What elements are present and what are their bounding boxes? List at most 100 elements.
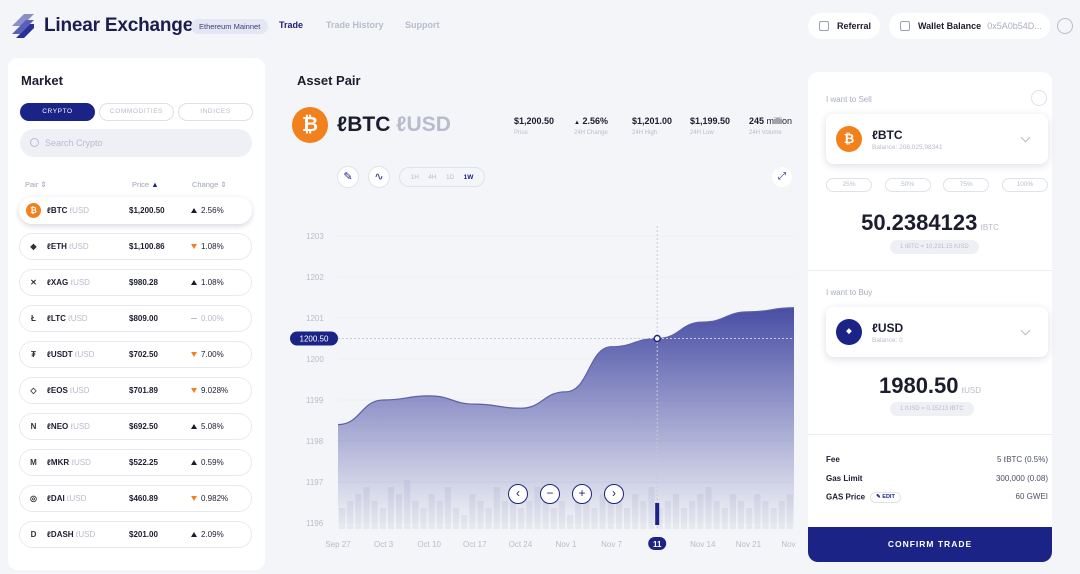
- sell-token-select[interactable]: ₿ ℓBTC Balance: 208,025.98341: [826, 114, 1048, 164]
- divider: [808, 270, 1052, 271]
- market-row[interactable]: MℓMKR ℓUSD $522.25 0.59%: [19, 449, 252, 476]
- market-row[interactable]: ◆ ℓETH ℓUSD $1,100.86 1.08%: [19, 233, 252, 260]
- chevron-down-icon: [1020, 325, 1031, 336]
- tab-crypto[interactable]: CRYPTO: [20, 103, 95, 121]
- wallet-icon: [900, 21, 910, 31]
- column-pair[interactable]: Pair ⇕: [25, 180, 47, 189]
- pair-symbol: ℓDAI ℓUSD: [47, 494, 87, 503]
- pair-change: 0.59%: [191, 458, 224, 467]
- bitcoin-icon: ₿: [836, 126, 862, 152]
- pair-name: ℓBTC ℓUSD: [337, 113, 451, 136]
- search-placeholder: Search Crypto: [45, 138, 103, 148]
- y-tick-label: 1200: [306, 355, 324, 364]
- y-tick-label: 1202: [306, 273, 324, 282]
- ethereum-icon: ◆: [30, 242, 37, 251]
- confirm-trade-button[interactable]: CONFIRM TRADE: [808, 527, 1052, 562]
- bitcoin-icon: ₿: [26, 203, 41, 218]
- fee-row: Fee 5 ℓBTC (0.5%): [826, 455, 1048, 464]
- chevron-down-icon: [1020, 132, 1031, 143]
- percent-50-button[interactable]: 50%: [884, 178, 931, 192]
- percent-100-button[interactable]: 100%: [1001, 178, 1048, 192]
- market-row[interactable]: ₿ ℓBTC ℓUSD $1,200.50 2.56%: [19, 197, 252, 224]
- market-row[interactable]: NℓNEO ℓUSD $692.50 5.08%: [19, 413, 252, 440]
- market-row[interactable]: ✕ ℓXAG ℓUSD $980.28 1.08%: [19, 269, 252, 296]
- percent-75-button[interactable]: 75%: [943, 178, 990, 192]
- zoom-in-icon[interactable]: +: [572, 484, 592, 504]
- market-row[interactable]: ◇ ℓEOS ℓUSD $701.89 9.028%: [19, 377, 252, 404]
- x-tick-label: Oct 10: [417, 540, 441, 549]
- crosshair-point: [653, 334, 661, 343]
- gas-price-row: GAS Price ✎ EDIT 60 GWEI: [826, 492, 1048, 503]
- percent-25-button[interactable]: 25%: [826, 178, 872, 192]
- pair-price: $201.00: [129, 530, 158, 539]
- market-row[interactable]: ŁℓLTC ℓUSD $809.00 0.00%: [19, 305, 252, 332]
- pair-price: $692.50: [129, 422, 158, 431]
- pair-price: $1,200.50: [129, 206, 165, 215]
- market-row[interactable]: DℓDASH ℓUSD $201.00 2.09%: [19, 521, 252, 548]
- wallet-balance-button[interactable]: Wallet Balance 0x5A0b54D...: [889, 13, 1050, 39]
- column-price[interactable]: Price ▲: [132, 180, 159, 189]
- asset-pair-panel: Asset Pair ₿ ℓBTC ℓUSD $1,200.50 Price ▲ …: [276, 58, 796, 570]
- buy-amount[interactable]: 1980.50 ℓUSD: [808, 373, 1052, 399]
- pair-price: $809.00: [129, 314, 158, 323]
- pair-price: $1,100.86: [129, 242, 165, 251]
- market-list: ₿ ℓBTC ℓUSD $1,200.50 2.56% ◆ ℓETH ℓUSD $1,100…: [19, 197, 252, 557]
- swap-icon[interactable]: [1031, 90, 1047, 106]
- buy-token-select[interactable]: ◆ ℓUSD Balance: 0: [826, 307, 1048, 357]
- sell-token-name: ℓBTC: [872, 128, 903, 142]
- tab-commodities[interactable]: COMMODITIES: [99, 103, 174, 121]
- pair-symbol: ℓBTC ℓUSD: [47, 206, 90, 215]
- pair-symbol: ℓNEO ℓUSD: [47, 422, 90, 431]
- y-tick-label: 1197: [306, 478, 324, 487]
- sell-label: I want to Sell: [826, 95, 872, 104]
- sell-rate: 1 ℓBTC = 10,231.15 ℓUSD: [890, 240, 979, 254]
- selected-volume-bar: [655, 503, 660, 525]
- column-change[interactable]: Change ⇕: [192, 180, 227, 189]
- search-input[interactable]: Search Crypto: [20, 129, 252, 157]
- asset-pair-title: Asset Pair: [297, 73, 361, 88]
- pair-symbol: ℓUSDT ℓUSD: [47, 350, 95, 359]
- referral-button[interactable]: Referral: [808, 13, 880, 39]
- price-chart[interactable]: 1203 1202 1201 1200 1199 1198 1197 1196 1200.50 S…: [276, 158, 796, 568]
- zoom-out-icon[interactable]: −: [540, 484, 560, 504]
- stat-price: $1,200.50 Price: [514, 116, 555, 136]
- tab-indices[interactable]: INDICES: [178, 103, 253, 121]
- x-tick-label: Oct 24: [509, 540, 533, 549]
- edit-gas-button[interactable]: ✎ EDIT: [870, 492, 901, 503]
- nav-trade[interactable]: Trade: [279, 20, 303, 30]
- network-badge: Ethereum Mainnet: [191, 19, 269, 34]
- divider: [808, 434, 1052, 435]
- sell-amount[interactable]: 50.2384123 ℓBTC: [808, 210, 1052, 236]
- trend-icon: [191, 388, 197, 393]
- pair-symbol: ℓXAG ℓUSD: [47, 278, 90, 287]
- stat-24h-low: $1,199.50 24H Low: [690, 116, 731, 136]
- y-tick-label: 1199: [306, 396, 324, 405]
- eos-icon: ◇: [30, 386, 37, 395]
- market-row[interactable]: ◎ ℓDAI ℓUSD $460.89 0.982%: [19, 485, 252, 512]
- tether-icon: ₮: [31, 350, 36, 359]
- stat-24h-change: ▲ 2.56% 24H Change: [574, 116, 608, 136]
- current-price-label: 1200.50: [300, 335, 329, 344]
- trend-icon: [191, 244, 197, 249]
- buy-label: I want to Buy: [826, 288, 873, 297]
- market-title: Market: [21, 73, 63, 88]
- linear-logo-icon[interactable]: [10, 12, 36, 40]
- market-row[interactable]: ₮ ℓUSDT ℓUSD $702.50 7.00%: [19, 341, 252, 368]
- pair-symbol: ℓETH ℓUSD: [47, 242, 89, 251]
- x-tick-label: Nov 14: [690, 540, 716, 549]
- pair-change: 5.08%: [191, 422, 224, 431]
- x-tick-label: Nov 1: [556, 540, 577, 549]
- chevron-right-icon[interactable]: ›: [604, 484, 624, 504]
- nav-support[interactable]: Support: [405, 20, 440, 30]
- search-icon: [30, 138, 39, 147]
- buy-token-name: ℓUSD: [872, 321, 904, 335]
- pair-price: $702.50: [129, 350, 158, 359]
- y-tick-label: 1198: [306, 437, 324, 446]
- nav-trade-history[interactable]: Trade History: [326, 20, 384, 30]
- chevron-left-icon[interactable]: ‹: [508, 484, 528, 504]
- trend-icon: [191, 496, 197, 501]
- power-icon[interactable]: [1057, 18, 1073, 34]
- buy-token-balance: Balance: 0: [872, 337, 903, 344]
- wallet-address: 0x5A0b54D...: [987, 21, 1042, 31]
- trend-icon: [191, 317, 197, 320]
